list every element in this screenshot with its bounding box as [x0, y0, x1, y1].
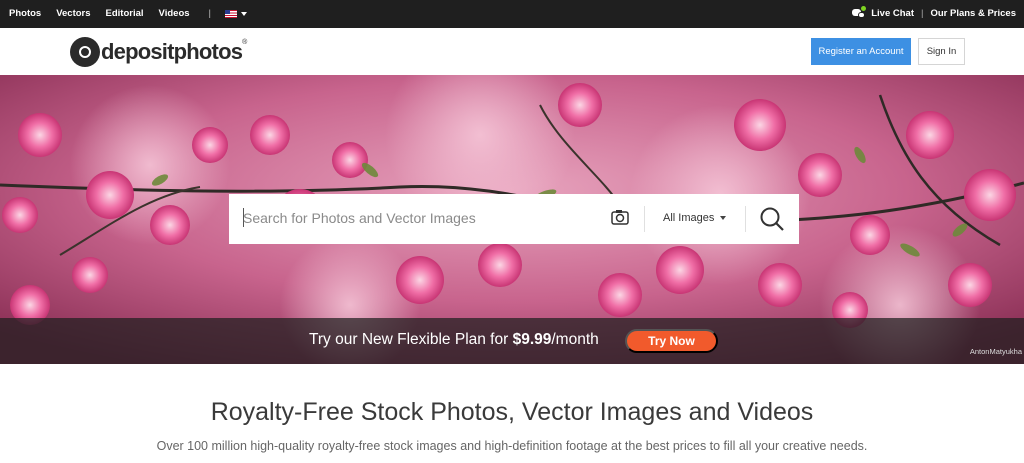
promo-banner: Try our New Flexible Plan for $9.99/mont… [0, 318, 1024, 364]
photo-credit: AntonMatyukha [969, 347, 1022, 356]
nav-separator: | [208, 8, 211, 19]
register-button[interactable]: Register an Account [811, 38, 911, 65]
header: depositphotos ® Register an Account Sign… [0, 28, 1024, 75]
top-bar: Photos Vectors Editorial Videos | Live C… [0, 0, 1024, 28]
logo-text: depositphotos [101, 39, 243, 64]
nav-photos[interactable]: Photos [9, 8, 41, 19]
nav-editorial[interactable]: Editorial [106, 8, 144, 19]
nav-videos[interactable]: Videos [159, 8, 190, 19]
image-type-dropdown[interactable]: All Images [663, 212, 727, 224]
camera-logo-icon [70, 37, 100, 67]
language-selector[interactable] [225, 9, 247, 18]
chat-icon [852, 6, 867, 19]
promo-text: Try our New Flexible Plan for $9.99/mont… [309, 331, 599, 348]
try-now-button[interactable]: Try Now [625, 329, 718, 353]
us-flag-icon [225, 9, 237, 18]
sign-in-button[interactable]: Sign In [918, 38, 965, 65]
nav-vectors[interactable]: Vectors [56, 8, 90, 19]
live-chat-link[interactable]: Live Chat [871, 8, 914, 19]
link-separator: | [920, 8, 924, 19]
promo-price: $9.99 [512, 331, 552, 348]
chevron-down-icon [720, 216, 727, 220]
top-nav: Photos Vectors Editorial Videos | [9, 8, 247, 19]
search-divider [745, 206, 746, 232]
search-bar: Search for Photos and Vector Images All … [229, 194, 799, 244]
chevron-down-icon [241, 11, 247, 16]
logo-registered-mark: ® [242, 39, 248, 46]
image-type-label: All Images [663, 212, 715, 224]
logo[interactable]: depositphotos ® [70, 37, 247, 67]
top-right-links: Live Chat | Our Plans & Prices [852, 6, 1016, 19]
search-input[interactable]: Search for Photos and Vector Images [243, 210, 476, 226]
search-divider [644, 206, 645, 232]
plans-link[interactable]: Our Plans & Prices [930, 8, 1016, 19]
page-subheadline: Over 100 million high-quality royalty-fr… [156, 439, 868, 453]
hero-banner: Search for Photos and Vector Images All … [0, 75, 1024, 364]
page-headline: Royalty-Free Stock Photos, Vector Images… [210, 398, 814, 426]
